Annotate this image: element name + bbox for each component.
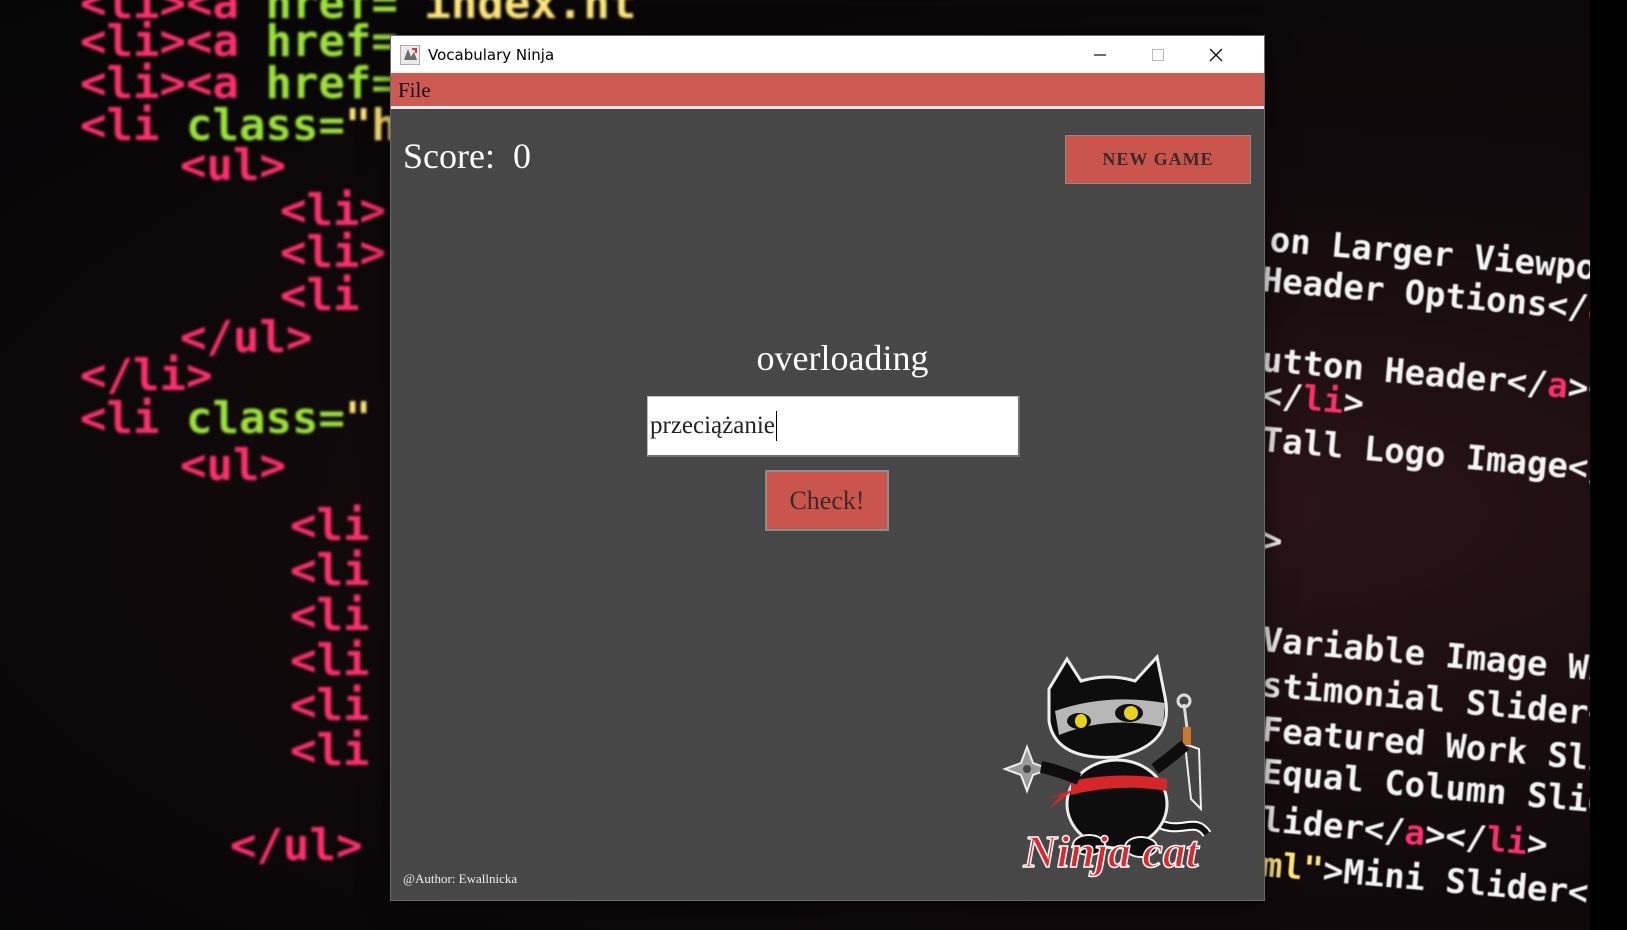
wallpaper-code-line: <li — [290, 725, 370, 776]
close-button[interactable] — [1187, 36, 1245, 73]
wallpaper-code-line: <li — [290, 545, 370, 596]
answer-value: przeciążanie — [650, 412, 775, 439]
menu-bar: File — [391, 73, 1264, 109]
score-display: Score: 0 — [403, 135, 531, 177]
maximize-icon — [1152, 48, 1164, 61]
app-window: Vocabulary Ninja File Score: 0 NEW GAME … — [391, 36, 1264, 900]
answer-input[interactable]: przeciążanie — [647, 396, 1020, 457]
ninja-cat-icon: Ninja cat — [1002, 653, 1212, 878]
wallpaper-code-line: <li — [290, 635, 370, 686]
text-caret — [775, 411, 777, 441]
minimize-button[interactable] — [1071, 36, 1129, 73]
wallpaper-code-line: <li — [290, 500, 370, 551]
java-app-icon — [399, 44, 421, 65]
game-panel: Score: 0 NEW GAME overloading przeciążan… — [391, 109, 1264, 900]
vocabulary-word: overloading — [756, 338, 929, 378]
logo-text: Ninja cat — [1022, 826, 1199, 877]
new-game-button[interactable]: NEW GAME — [1065, 135, 1251, 184]
wallpaper-code-line: Tall Logo Image</a — [1260, 420, 1590, 491]
title-bar[interactable]: Vocabulary Ninja — [391, 36, 1264, 73]
wallpaper-code-line: <li — [290, 590, 370, 641]
score-value: 0 — [512, 136, 531, 176]
close-icon — [1209, 48, 1223, 61]
ninja-cat-logo: Ninja cat — [979, 649, 1239, 889]
menu-file[interactable]: File — [398, 78, 431, 103]
wallpaper-code-line: <ul> — [180, 140, 286, 191]
score-label: Score: — [403, 136, 495, 176]
check-button[interactable]: Check! — [765, 470, 889, 531]
wallpaper-code-line: </ul> — [230, 820, 363, 871]
wallpaper-code-line: <li class=" — [80, 393, 372, 444]
wallpaper-code-line: </li> — [1260, 375, 1366, 424]
window-title: Vocabulary Ninja — [428, 45, 555, 64]
wallpaper-code-line: <ul> — [180, 440, 286, 491]
minimize-icon — [1094, 53, 1106, 56]
maximize-button[interactable] — [1129, 36, 1187, 73]
wallpaper-code-line: <li — [290, 680, 370, 731]
author-label: @Author: Ewallnicka — [403, 871, 518, 886]
screen-edge — [1590, 0, 1627, 930]
